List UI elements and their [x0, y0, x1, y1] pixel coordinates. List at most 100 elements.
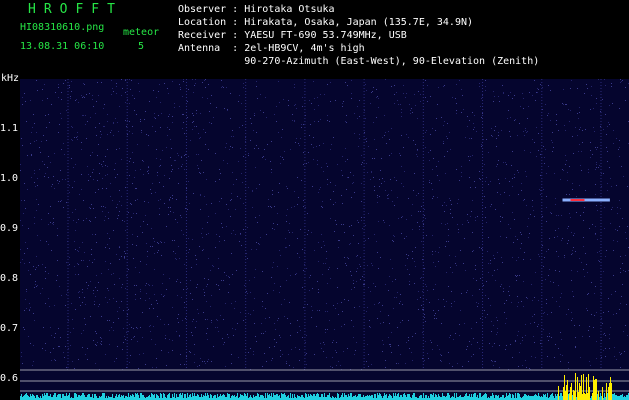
noise-pixel [75, 100, 76, 101]
noise-pixel [344, 324, 345, 325]
noise-pixel [75, 164, 76, 165]
noise-pixel [425, 218, 426, 219]
noise-pixel [568, 309, 569, 310]
noise-pixel [482, 113, 483, 114]
noise-pixel [432, 198, 433, 199]
noise-pixel [607, 183, 608, 184]
noise-pixel [263, 156, 264, 157]
noise-pixel [544, 157, 545, 158]
noise-floor-bar [276, 394, 277, 400]
noise-floor-bar [187, 393, 188, 400]
noise-pixel [563, 104, 564, 105]
noise-pixel [387, 195, 388, 196]
noise-pixel [198, 154, 199, 155]
noise-pixel [182, 128, 183, 129]
noise-floor-bar [157, 395, 158, 400]
noise-pixel [178, 314, 179, 315]
noise-floor-bar [108, 396, 109, 400]
noise-pixel [68, 320, 69, 321]
noise-floor-bar [544, 395, 545, 400]
noise-pixel [324, 344, 325, 345]
noise-pixel [613, 314, 614, 315]
noise-pixel [271, 141, 272, 142]
noise-pixel [322, 207, 323, 208]
noise-pixel [235, 234, 236, 235]
noise-pixel [322, 201, 323, 202]
noise-floor-bar [314, 394, 315, 400]
noise-pixel [540, 175, 541, 176]
noise-pixel [427, 101, 428, 102]
noise-pixel [534, 142, 535, 143]
noise-pixel [534, 342, 535, 343]
noise-pixel [110, 263, 111, 264]
noise-pixel [188, 89, 189, 90]
noise-floor-bar [305, 393, 306, 400]
noise-pixel [75, 249, 76, 250]
noise-floor-bar [555, 394, 556, 400]
noise-pixel [136, 114, 137, 115]
noise-pixel [505, 162, 506, 163]
noise-pixel [506, 237, 507, 238]
noise-floor-bar [217, 394, 218, 400]
noise-floor-bar [355, 395, 356, 400]
noise-pixel [619, 200, 620, 201]
noise-pixel [420, 278, 421, 279]
noise-pixel [467, 220, 468, 221]
noise-pixel [512, 357, 513, 358]
noise-pixel [20, 164, 21, 165]
noise-pixel [567, 228, 568, 229]
noise-pixel [87, 348, 88, 349]
noise-floor-bar [135, 393, 136, 400]
noise-pixel [360, 257, 361, 258]
noise-floor-bar [236, 396, 237, 400]
noise-pixel [273, 223, 274, 224]
noise-pixel [286, 363, 287, 364]
noise-pixel [172, 240, 173, 241]
noise-pixel [455, 256, 456, 257]
noise-pixel [383, 344, 384, 345]
noise-pixel [42, 161, 43, 162]
noise-pixel [347, 85, 348, 86]
noise-pixel [105, 261, 106, 262]
noise-pixel [556, 215, 557, 216]
noise-pixel [617, 213, 618, 214]
noise-pixel [321, 206, 322, 207]
noise-pixel [29, 303, 30, 304]
noise-pixel [37, 285, 38, 286]
noise-floor-bar [614, 393, 615, 400]
noise-pixel [490, 305, 491, 306]
noise-floor-bar [536, 395, 537, 400]
noise-pixel [177, 318, 178, 319]
noise-floor-bar [433, 393, 434, 400]
noise-pixel [204, 295, 205, 296]
noise-pixel [534, 80, 535, 81]
noise-pixel [627, 335, 628, 336]
noise-floor-bar [396, 396, 397, 400]
noise-pixel [318, 192, 319, 193]
noise-pixel [471, 138, 472, 139]
noise-pixel [131, 80, 132, 81]
noise-pixel [323, 241, 324, 242]
noise-pixel [317, 281, 318, 282]
noise-floor-bar [619, 396, 620, 400]
noise-pixel [73, 167, 74, 168]
noise-pixel [294, 121, 295, 122]
noise-pixel [66, 110, 67, 111]
noise-pixel [603, 129, 604, 130]
noise-pixel [523, 200, 524, 201]
noise-pixel [360, 279, 361, 280]
noise-pixel [297, 177, 298, 178]
noise-pixel [616, 313, 617, 314]
noise-pixel [572, 291, 573, 292]
noise-pixel [586, 84, 587, 85]
noise-pixel [168, 116, 169, 117]
noise-floor-bar [228, 394, 229, 400]
noise-pixel [210, 103, 211, 104]
noise-pixel [100, 137, 101, 138]
noise-floor-bar [224, 395, 225, 400]
noise-pixel [182, 320, 183, 321]
noise-pixel [578, 118, 579, 119]
noise-pixel [435, 251, 436, 252]
noise-pixel [135, 299, 136, 300]
noise-pixel [61, 118, 62, 119]
